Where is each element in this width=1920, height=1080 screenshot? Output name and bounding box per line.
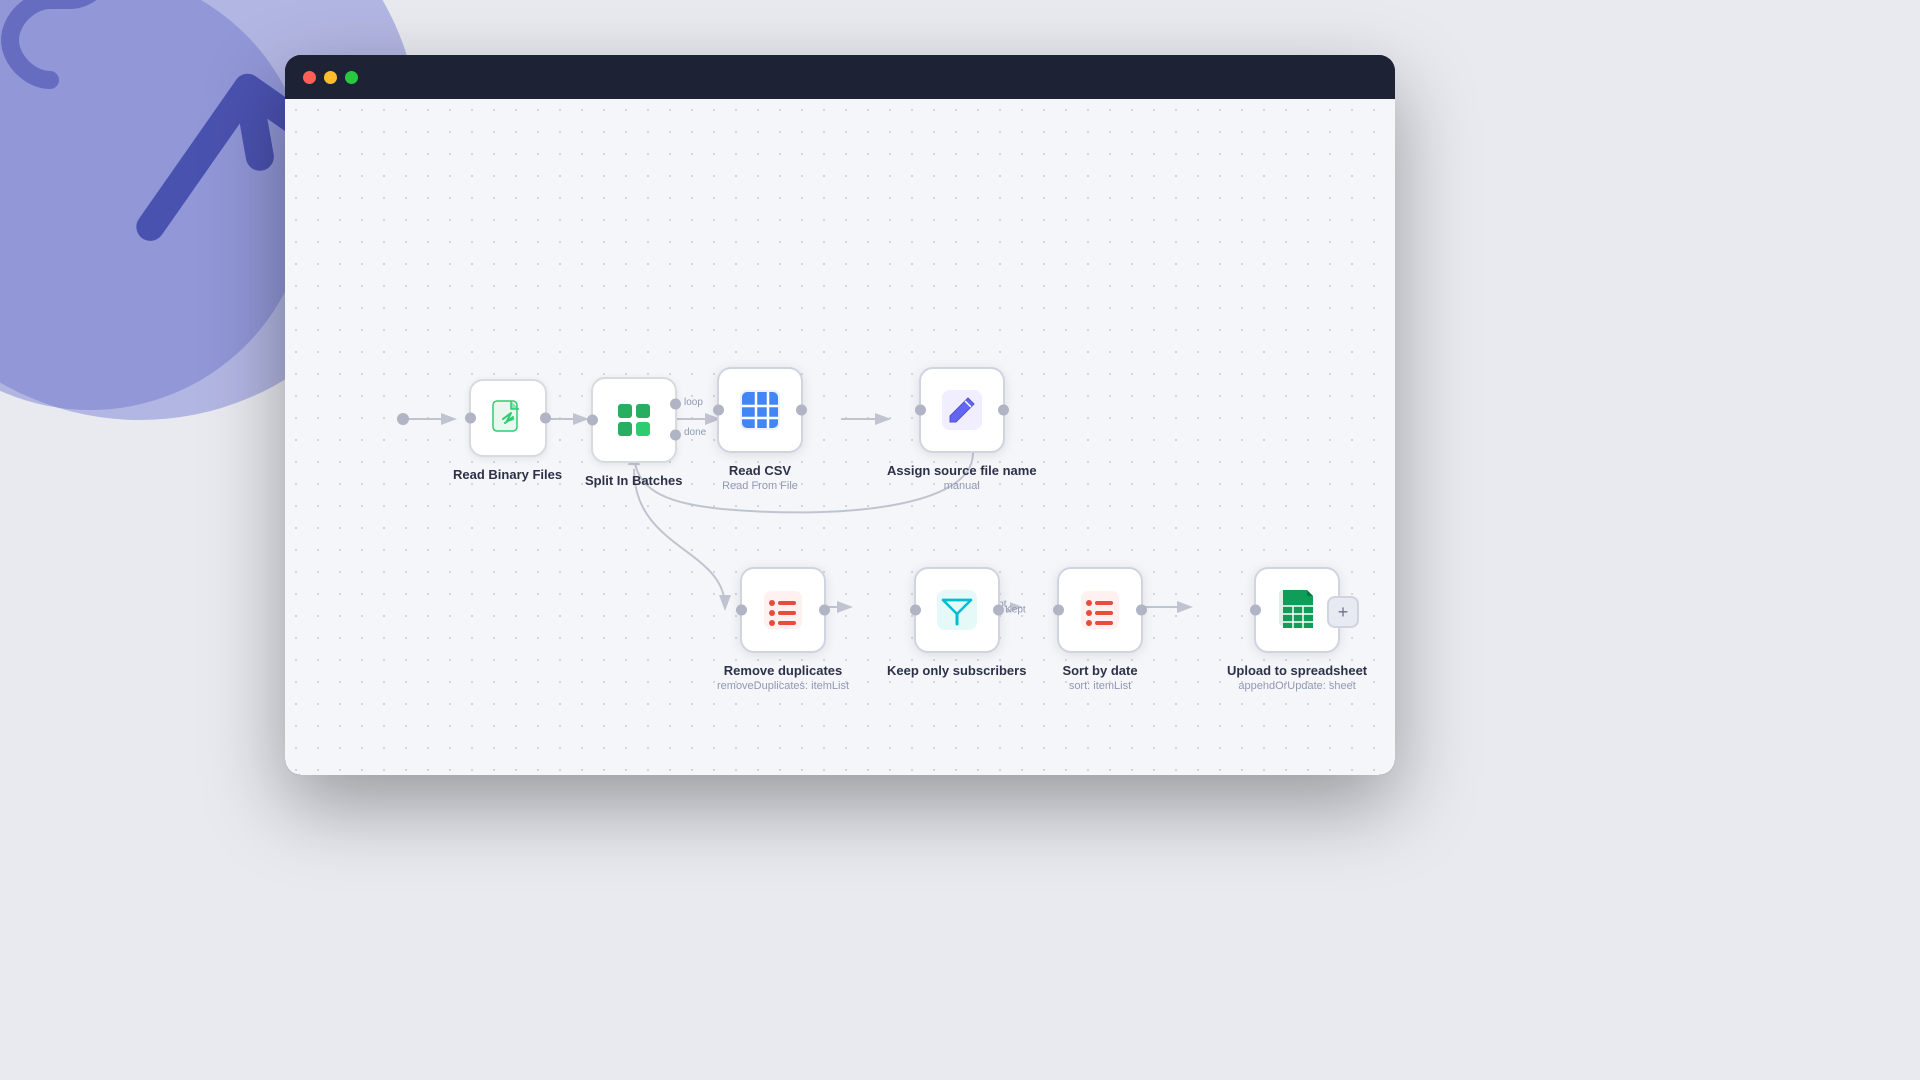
funnel-teal-icon xyxy=(916,569,998,651)
plus-icon: + xyxy=(1338,602,1349,623)
conn-left xyxy=(465,413,476,424)
conn-loop xyxy=(670,398,681,409)
add-node-button[interactable]: + xyxy=(1327,596,1359,628)
node-remove-dupes[interactable]: Remove duplicates removeDuplicates: item… xyxy=(717,567,849,692)
node-remove-dupes-label: Remove duplicates xyxy=(724,663,843,678)
node-remove-dupes-sublabel: removeDuplicates: itemList xyxy=(717,680,849,692)
node-sort-date[interactable]: Sort by date sort: itemList xyxy=(1057,567,1143,692)
browser-window: loop done Kept Read Binary Files xyxy=(285,55,1395,775)
conn-left xyxy=(736,605,747,616)
conn-right xyxy=(1136,605,1147,616)
node-read-binary-label: Read Binary Files xyxy=(453,467,562,482)
grid-green-icon xyxy=(593,379,675,461)
browser-titlebar xyxy=(285,55,1395,99)
node-split-batches[interactable]: Split In Batches xyxy=(585,377,683,488)
loop-label: loop xyxy=(681,397,706,408)
node-read-csv-label: Read CSV xyxy=(729,463,791,478)
workflow-canvas[interactable]: loop done Kept Read Binary Files xyxy=(285,99,1395,775)
node-keep-subs-label: Keep only subscribers xyxy=(887,663,1026,678)
sheets-green-icon xyxy=(1256,569,1338,651)
conn-right xyxy=(819,605,830,616)
conn-left xyxy=(910,605,921,616)
node-upload-sheet-sublabel: appendOrUpdate: sheet xyxy=(1238,680,1355,692)
node-assign-source-sublabel: manual xyxy=(944,480,980,492)
close-button[interactable] xyxy=(303,71,316,84)
node-read-csv-sublabel: Read From File xyxy=(722,480,798,492)
conn-right xyxy=(540,413,551,424)
table-blue-icon xyxy=(719,369,801,451)
conn-left xyxy=(1250,605,1261,616)
conn-left xyxy=(915,405,926,416)
node-upload-sheet[interactable]: Upload to spreadsheet appendOrUpdate: sh… xyxy=(1227,567,1367,692)
kept-output-label: Kept xyxy=(1005,605,1026,616)
node-sort-date-label: Sort by date xyxy=(1062,663,1137,678)
maximize-button[interactable] xyxy=(345,71,358,84)
node-split-batches-label: Split In Batches xyxy=(585,473,683,488)
node-sort-date-sublabel: sort: itemList xyxy=(1069,680,1131,692)
file-green-icon xyxy=(471,381,545,455)
node-assign-source[interactable]: Assign source file name manual xyxy=(887,367,1037,492)
node-upload-sheet-label: Upload to spreadsheet xyxy=(1227,663,1367,678)
done-label: done xyxy=(681,427,709,438)
conn-right xyxy=(998,405,1009,416)
conn-left xyxy=(1053,605,1064,616)
conn-left xyxy=(713,405,724,416)
conn-right xyxy=(993,605,1004,616)
conn-right xyxy=(796,405,807,416)
pencil-purple-icon xyxy=(921,369,1003,451)
node-read-binary[interactable]: Read Binary Files xyxy=(453,379,562,482)
node-read-csv[interactable]: Read CSV Read From File xyxy=(717,367,803,492)
node-keep-subs[interactable]: Kept Keep only subscribers xyxy=(887,567,1026,678)
list-red-icon xyxy=(742,569,824,651)
list-sort-icon xyxy=(1059,569,1141,651)
conn-done xyxy=(670,429,681,440)
conn-left xyxy=(587,415,598,426)
minimize-button[interactable] xyxy=(324,71,337,84)
node-assign-source-label: Assign source file name xyxy=(887,463,1037,478)
